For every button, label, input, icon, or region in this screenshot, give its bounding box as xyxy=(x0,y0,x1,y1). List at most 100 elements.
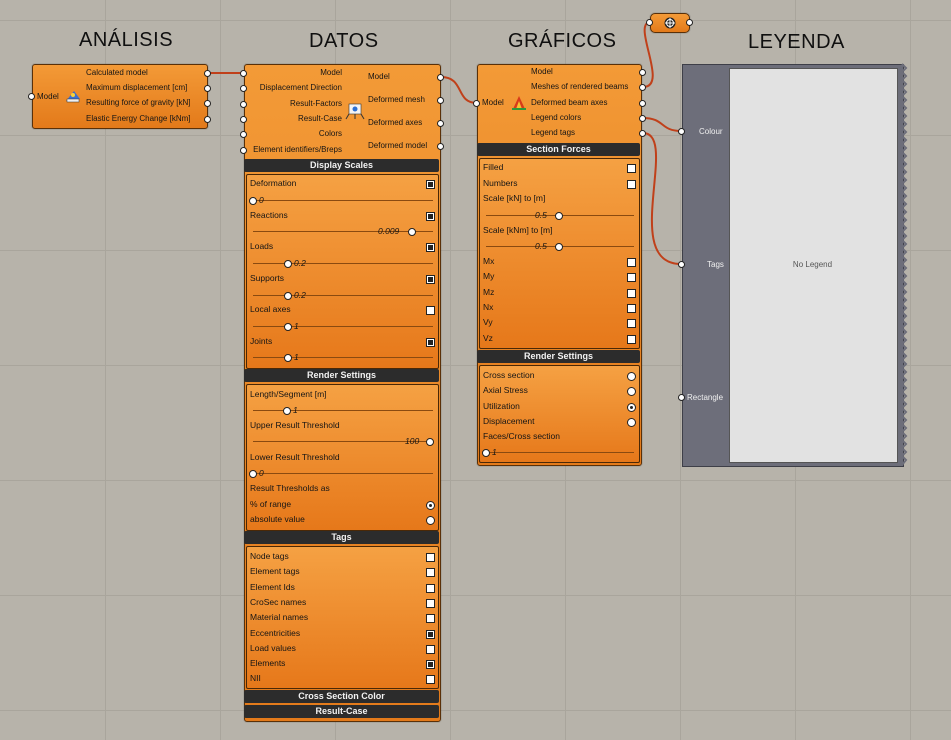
datos-input-port-2[interactable] xyxy=(240,101,247,108)
loads-slider-knob[interactable] xyxy=(284,260,292,268)
legend-colour-input-port[interactable] xyxy=(678,128,685,135)
render-option-radio[interactable] xyxy=(627,372,636,381)
analysis-output-1: Maximum displacement [cm] xyxy=(86,83,188,92)
datos-output-0: Model xyxy=(368,72,390,81)
datos-input-port-1[interactable] xyxy=(240,85,247,92)
numbers-checkbox[interactable] xyxy=(627,180,636,189)
force-checkbox[interactable] xyxy=(627,289,636,298)
analysis-output-port-2[interactable] xyxy=(204,100,211,107)
analysis-input-model: Model xyxy=(37,92,59,101)
faces-slider-knob[interactable] xyxy=(482,449,490,457)
cross-section-color-header[interactable]: Cross Section Color xyxy=(244,690,439,703)
local-axes-slider-knob[interactable] xyxy=(284,323,292,331)
reactions-value: 0.009 xyxy=(378,226,400,236)
tag-checkbox[interactable] xyxy=(426,599,435,608)
scale-kn-slider-knob[interactable] xyxy=(555,212,563,220)
datos-input-port-3[interactable] xyxy=(240,116,247,123)
joints-slider-knob[interactable] xyxy=(284,354,292,362)
display-scales-header[interactable]: Display Scales xyxy=(244,159,439,172)
graficos-render-settings-header[interactable]: Render Settings xyxy=(477,350,640,363)
force-checkbox[interactable] xyxy=(627,335,636,344)
tag-checkbox[interactable] xyxy=(426,675,435,684)
analysis-output-port-0[interactable] xyxy=(204,70,211,77)
tag-checkbox[interactable] xyxy=(426,660,435,669)
result-case-header[interactable]: Result-Case xyxy=(244,705,439,718)
analysis-model-input-port[interactable] xyxy=(28,93,35,100)
datos-output-port-2[interactable] xyxy=(437,120,444,127)
relay-input-port[interactable] xyxy=(646,19,653,26)
analysis-output-port-1[interactable] xyxy=(204,85,211,92)
local-axes-checkbox[interactable] xyxy=(426,306,435,315)
tag-checkbox[interactable] xyxy=(426,645,435,654)
supports-checkbox[interactable] xyxy=(426,275,435,284)
force-checkbox[interactable] xyxy=(627,304,636,313)
tag-checkbox[interactable] xyxy=(426,630,435,639)
graficos-output-port-2[interactable] xyxy=(639,100,646,107)
legend-rectangle-input-port[interactable] xyxy=(678,394,685,401)
reactions-checkbox[interactable] xyxy=(426,212,435,221)
render-option-radio[interactable] xyxy=(627,418,636,427)
supports-slider-track[interactable] xyxy=(253,295,433,296)
deformation-slider-track[interactable] xyxy=(253,200,433,201)
datos-input-3: Result-Case xyxy=(297,114,342,123)
faces-slider-track[interactable] xyxy=(486,452,634,453)
absolute-value-radio[interactable] xyxy=(426,516,435,525)
filled-checkbox[interactable] xyxy=(627,164,636,173)
tags-header[interactable]: Tags xyxy=(244,531,439,544)
scale-knm-slider-knob[interactable] xyxy=(555,243,563,251)
graficos-model-input-port[interactable] xyxy=(473,100,480,107)
datos-input-port-4[interactable] xyxy=(240,131,247,138)
datos-input-port-5[interactable] xyxy=(240,147,247,154)
render-option-radio[interactable] xyxy=(627,387,636,396)
tag-label: Element Ids xyxy=(250,582,295,592)
tag-checkbox[interactable] xyxy=(426,584,435,593)
tag-checkbox[interactable] xyxy=(426,614,435,623)
loads-slider-track[interactable] xyxy=(253,263,433,264)
wire-legend-colors xyxy=(642,117,682,132)
force-checkbox[interactable] xyxy=(627,258,636,267)
wire-legend-tags xyxy=(642,132,682,265)
loads-checkbox[interactable] xyxy=(426,243,435,252)
graficos-output-port-3[interactable] xyxy=(639,115,646,122)
legend-tags-input-port[interactable] xyxy=(678,261,685,268)
joints-slider-track[interactable] xyxy=(253,357,433,358)
lower-threshold-slider-knob[interactable] xyxy=(249,470,257,478)
force-checkbox[interactable] xyxy=(627,273,636,282)
local-axes-slider-track[interactable] xyxy=(253,326,433,327)
relay-component[interactable] xyxy=(650,13,690,33)
analysis-output-0: Calculated model xyxy=(86,68,148,77)
datos-input-port-0[interactable] xyxy=(240,70,247,77)
force-label: Mx xyxy=(483,256,495,266)
pct-range-radio[interactable] xyxy=(426,501,435,510)
render-option-radio[interactable] xyxy=(627,403,636,412)
relay-output-port[interactable] xyxy=(686,19,693,26)
upper-threshold-slider-knob[interactable] xyxy=(426,438,434,446)
supports-slider-knob[interactable] xyxy=(284,292,292,300)
analysis-output-port-3[interactable] xyxy=(204,116,211,123)
graficos-output-port-4[interactable] xyxy=(639,130,646,137)
force-label: Nx xyxy=(483,302,494,312)
length-segment-label: Length/Segment [m] xyxy=(250,389,327,399)
datos-output-port-0[interactable] xyxy=(437,74,444,81)
reactions-slider-knob[interactable] xyxy=(408,228,416,236)
datos-output-port-3[interactable] xyxy=(437,143,444,150)
datos-render-settings-header[interactable]: Render Settings xyxy=(244,369,439,382)
graficos-output-port-0[interactable] xyxy=(639,69,646,76)
legend-input-colour: Colour xyxy=(699,127,723,136)
deformation-checkbox[interactable] xyxy=(426,180,435,189)
datos-output-port-1[interactable] xyxy=(437,97,444,104)
tag-checkbox[interactable] xyxy=(426,568,435,577)
force-checkbox[interactable] xyxy=(627,319,636,328)
section-forces-header[interactable]: Section Forces xyxy=(477,143,640,156)
lower-threshold-slider-track[interactable] xyxy=(253,473,433,474)
tag-label: Node tags xyxy=(250,551,289,561)
graficos-output-port-1[interactable] xyxy=(639,84,646,91)
deformation-slider-knob[interactable] xyxy=(249,197,257,205)
joints-checkbox[interactable] xyxy=(426,338,435,347)
reactions-slider-track[interactable] xyxy=(253,231,433,232)
graficos-output-3: Legend colors xyxy=(531,113,582,122)
tag-label: CroSec names xyxy=(250,597,307,607)
length-segment-slider-knob[interactable] xyxy=(283,407,291,415)
length-segment-slider-track[interactable] xyxy=(253,410,433,411)
tag-checkbox[interactable] xyxy=(426,553,435,562)
